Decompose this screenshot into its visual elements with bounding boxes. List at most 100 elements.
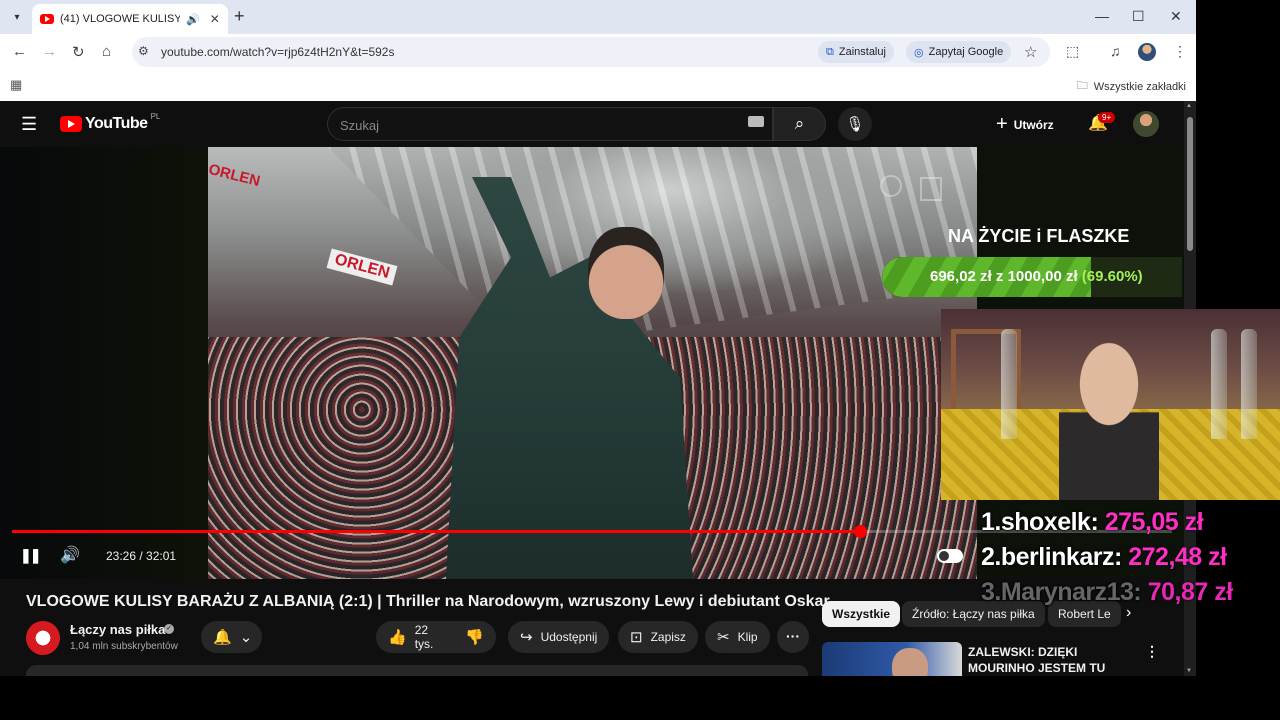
scrollbar-thumb[interactable] — [1187, 117, 1193, 251]
microphone-icon: 🎙 — [845, 116, 865, 133]
channel-watermark-icon — [920, 177, 942, 201]
account-avatar[interactable] — [1133, 111, 1159, 137]
video-title: VLOGOWE KULISY BARAŻU Z ALBANIĄ (2:1) | … — [26, 593, 830, 610]
browser-toolbar: ← → ↻ ⌂ ⚙ youtube.com/watch?v=rjp6z4tH2n… — [0, 34, 1196, 70]
youtube-header: ☰ YouTube PL ⌕ 🎙 + Utwórz 🔔 9+ — [0, 101, 1184, 147]
voice-search-button[interactable]: 🎙 — [838, 107, 872, 141]
install-icon: ⧉ — [826, 45, 834, 58]
like-count[interactable]: 22 tys. — [415, 623, 448, 651]
close-tab-icon[interactable]: ✕ — [210, 12, 220, 26]
share-button[interactable]: ↪ Udostępnij — [508, 621, 610, 653]
time-display: 23:26 / 32:01 — [106, 549, 177, 563]
profile-avatar[interactable] — [1138, 43, 1156, 61]
close-window-icon[interactable]: ✕ — [1170, 8, 1182, 25]
reload-icon[interactable]: ↻ — [72, 43, 85, 61]
bookmark-star-icon[interactable]: ☆ — [1024, 43, 1037, 61]
back-icon[interactable]: ← — [12, 43, 27, 60]
maximize-icon[interactable]: ☐ — [1132, 8, 1145, 25]
tipper-rank: 1. — [981, 508, 1001, 536]
extensions-icon[interactable]: ⬚ — [1066, 43, 1079, 60]
save-button[interactable]: ⊡ Zapisz — [618, 621, 698, 653]
browser-tab[interactable]: (41) VLOGOWE KULISY BARAŻU 🔊 ✕ — [32, 4, 228, 34]
notification-count-badge: 9+ — [1098, 112, 1116, 123]
scrubber-handle[interactable] — [853, 525, 867, 538]
description-box[interactable] — [26, 665, 808, 676]
pause-icon[interactable]: ❚❚ — [20, 547, 42, 564]
hamburger-menu-icon[interactable]: ☰ — [21, 114, 37, 135]
youtube-wordmark: YouTube — [85, 115, 148, 132]
keyboard-icon[interactable] — [748, 116, 764, 127]
orlen-banner-2: ORLEN — [326, 248, 398, 286]
youtube-logo[interactable]: YouTube PL — [60, 112, 160, 133]
player-head — [588, 227, 664, 319]
tipper-row: 3.Marynarz13: 70,87 zł — [981, 578, 1233, 607]
goal-current: 696,02 zł — [930, 268, 992, 285]
donation-goal-bar: 696,02 zł z 1000,00 zł (69.60%) — [882, 257, 1182, 297]
bookmarks-bar: ▦ 🗀 Wszystkie zakładki — [0, 70, 1196, 100]
tipper-rank: 2. — [981, 543, 1001, 571]
federation-watermark-icon — [880, 175, 902, 197]
create-button[interactable]: + Utwórz — [996, 113, 1054, 136]
media-control-icon[interactable]: ♫ — [1110, 43, 1121, 59]
audio-playing-icon[interactable]: 🔊 — [186, 13, 200, 26]
browser-menu-icon[interactable]: ⋮ — [1173, 43, 1187, 60]
progress-played — [12, 530, 860, 533]
address-bar[interactable]: ⚙ youtube.com/watch?v=rjp6z4tH2nY&t=592s… — [132, 37, 1050, 67]
clip-button[interactable]: ✂ Klip — [705, 621, 770, 653]
tipper-row: 1.shoxelk: 275,05 zł — [981, 508, 1204, 537]
new-tab-icon[interactable]: + — [234, 6, 245, 27]
like-dislike-group: 👍 22 tys. 👎 — [376, 621, 496, 653]
webcam-overlay — [941, 309, 1280, 500]
volume-icon[interactable]: 🔊 — [60, 545, 80, 565]
like-icon[interactable]: 👍 — [388, 628, 407, 646]
screen: ▾ (41) VLOGOWE KULISY BARAŻU 🔊 ✕ + — ☐ ✕… — [0, 0, 1280, 720]
tipper-rank: 3. — [981, 578, 1001, 606]
folder-icon: 🗀 — [1076, 80, 1088, 92]
minimize-icon[interactable]: — — [1095, 8, 1109, 24]
autoplay-toggle[interactable] — [937, 549, 963, 563]
url-text[interactable]: youtube.com/watch?v=rjp6z4tH2nY&t=592s — [161, 45, 394, 59]
apps-grid-icon[interactable]: ▦ — [10, 77, 22, 93]
scroll-down-icon[interactable]: ▼ — [1186, 668, 1192, 674]
more-actions-icon[interactable]: ··· — [777, 621, 809, 653]
recommendation-more-icon[interactable]: ⋮ — [1145, 643, 1159, 660]
verified-check-icon: ✓ — [164, 624, 174, 634]
webcam-bottle — [1001, 329, 1017, 439]
youtube-favicon-icon — [40, 14, 54, 24]
chevron-down-icon: ⌄ — [239, 629, 253, 646]
share-icon: ↪ — [520, 629, 533, 646]
channel-avatar[interactable] — [26, 621, 60, 655]
player-left-margin — [0, 147, 208, 579]
goal-target: 1000,00 zł — [1007, 268, 1078, 285]
tab-strip: ▾ (41) VLOGOWE KULISY BARAŻU 🔊 ✕ + — ☐ ✕ — [0, 0, 1196, 34]
youtube-play-logo-icon — [60, 116, 82, 132]
webcam-bottle — [1211, 329, 1227, 439]
forward-icon[interactable]: → — [42, 43, 57, 60]
tipper-amount: 70,87 zł — [1147, 578, 1233, 606]
recommendation-title[interactable]: ZALEWSKI: DZIĘKI MOURINHO JESTEM TU GDZI… — [968, 644, 1138, 676]
site-info-icon[interactable]: ⚙ — [138, 44, 149, 58]
dislike-icon[interactable]: 👎 — [465, 628, 484, 646]
video-frame[interactable]: ORLEN ORLEN — [208, 147, 977, 579]
scroll-up-icon[interactable]: ▲ — [1186, 103, 1192, 109]
tipper-name: Marynarz13: — [1000, 578, 1142, 606]
tab-title: (41) VLOGOWE KULISY BARAŻU — [60, 13, 180, 25]
search-input[interactable] — [340, 115, 720, 135]
install-button[interactable]: ⧉ Zainstaluj — [818, 41, 894, 63]
scissors-icon: ✂ — [717, 629, 730, 646]
chip-all[interactable]: Wszystkie — [822, 601, 901, 627]
tab-search-icon[interactable]: ▾ — [6, 7, 28, 27]
tipper-amount: 272,48 zł — [1128, 543, 1227, 571]
search-box[interactable] — [327, 107, 773, 141]
recommendation-thumbnail[interactable] — [822, 642, 962, 676]
thumbnail-face — [892, 648, 928, 676]
search-button[interactable]: ⌕ — [773, 107, 826, 141]
ask-google-label: Zapytaj Google — [928, 46, 1004, 58]
lens-icon: ◎ — [914, 46, 924, 59]
subscription-bell-button[interactable]: 🔔 ⌄ — [201, 621, 262, 653]
webcam-bottle — [1241, 329, 1257, 439]
channel-name[interactable]: Łączy nas piłka — [70, 622, 165, 637]
home-icon[interactable]: ⌂ — [102, 43, 111, 60]
all-bookmarks-button[interactable]: 🗀 Wszystkie zakładki — [1077, 77, 1186, 96]
ask-google-button[interactable]: ◎ Zapytaj Google — [906, 41, 1012, 63]
